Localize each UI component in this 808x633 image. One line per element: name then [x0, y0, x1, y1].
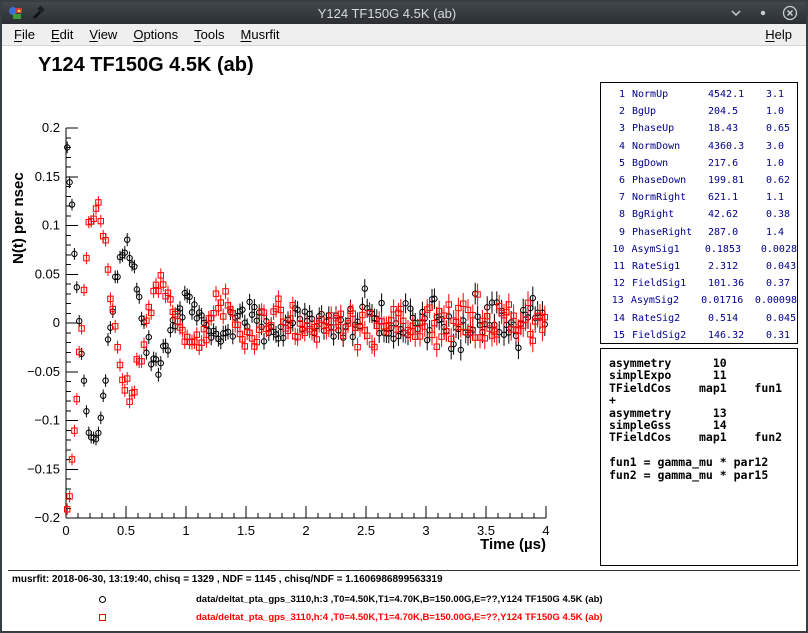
y-tick-label: −0.2 — [34, 510, 60, 525]
y-tick-label: 0.05 — [35, 266, 60, 281]
parameter-row: 1NormUp4542.13.1 — [609, 86, 797, 103]
legend-entry-text: data/deltat_pta_gps_3110,h:4 ,T0=4.50K,T… — [196, 612, 603, 623]
legend-entry: data/deltat_pta_gps_3110,h:4 ,T0=4.50K,T… — [2, 608, 806, 626]
root-canvas: −0.2 −0.15 −0.1 −0.05 0 0.05 0.1 0.15 0.2 0 0.5 1 1.… — [2, 46, 806, 631]
theory-line: fun2 = gamma_mu * par15 — [609, 469, 797, 481]
legend-entry: data/deltat_pta_gps_3110,h:3 ,T0=4.50K,T… — [2, 590, 806, 608]
minimize-button[interactable] — [728, 5, 744, 21]
parameter-row: 15FieldSig2146.320.31 — [609, 327, 797, 344]
parameter-box: 1NormUp4542.13.12BgUp204.51.03PhaseUp18.… — [600, 82, 798, 344]
parameter-row: 9PhaseRight287.01.4 — [609, 224, 797, 241]
theory-line: fun1 = gamma_mu * par12 — [609, 456, 797, 468]
parameter-row: 4NormDown4360.33.0 — [609, 138, 797, 155]
y-tick-label: 0.2 — [42, 120, 60, 135]
keep-above-button[interactable] — [755, 5, 771, 21]
theory-box: asymmetry 10simplExpo 11TFieldCos map1 f… — [600, 348, 798, 566]
menu-item-tools[interactable]: Tools — [186, 25, 232, 44]
musrview-window: Y124 TF150G 4.5K (ab) FileEditViewOption… — [0, 0, 808, 633]
parameter-row: 13AsymSig20.017160.00098 — [609, 292, 797, 309]
plot-title: Y124 TF150G 4.5K (ab) — [38, 54, 254, 77]
parameter-row: 6PhaseDown199.810.62 — [609, 172, 797, 189]
legend: data/deltat_pta_gps_3110,h:3 ,T0=4.50K,T… — [2, 590, 806, 626]
series-down-h4 — [65, 196, 548, 515]
parameter-row: 7NormRight621.11.1 — [609, 189, 797, 206]
x-tick-label: 0.5 — [117, 523, 135, 538]
menu-items: FileEditViewOptionsToolsMusrfit — [2, 25, 288, 44]
menu-item-musrfit[interactable]: Musrfit — [233, 25, 288, 44]
menubar: FileEditViewOptionsToolsMusrfit Help — [2, 24, 806, 46]
tool-icon — [30, 5, 46, 21]
y-tick-label: 0 — [53, 315, 60, 330]
menu-item-help[interactable]: Help — [757, 25, 800, 44]
legend-marker-circle-icon — [99, 596, 106, 603]
theory-line: simplExpo 11 — [609, 369, 797, 381]
x-tick-label: 0 — [62, 523, 69, 538]
legend-marker-square-icon — [99, 614, 106, 621]
y-axis-title: N(t) per nsec — [10, 172, 27, 264]
menu-item-edit[interactable]: Edit — [43, 25, 81, 44]
x-axis-title: Time (µs) — [406, 536, 546, 553]
close-button[interactable] — [782, 5, 798, 21]
y-tick-label: −0.1 — [34, 413, 60, 428]
menu-item-view[interactable]: View — [81, 25, 125, 44]
x-tick-label: 2 — [302, 523, 309, 538]
theory-line: TFieldCos map1 fun1 — [609, 382, 797, 394]
titlebar: Y124 TF150G 4.5K (ab) — [2, 2, 806, 24]
stats-divider — [8, 570, 800, 571]
fit-stats: musrfit: 2018-06-30, 13:19:40, chisq = 1… — [12, 574, 443, 585]
parameter-row: 14RateSig20.5140.045 — [609, 310, 797, 327]
window-title: Y124 TF150G 4.5K (ab) — [46, 6, 728, 21]
menu-item-file[interactable]: File — [6, 25, 43, 44]
parameter-row: 11RateSig12.3120.043 — [609, 258, 797, 275]
parameter-row: 3PhaseUp18.430.65 — [609, 120, 797, 137]
x-tick-label: 1.5 — [237, 523, 255, 538]
y-tick-label: −0.05 — [27, 364, 60, 379]
x-tick-label: 2.5 — [357, 523, 375, 538]
parameter-row: 2BgUp204.51.0 — [609, 103, 797, 120]
y-tick-label: −0.15 — [27, 461, 60, 476]
menu-item-options[interactable]: Options — [125, 25, 186, 44]
y-tick-label: 0.15 — [35, 169, 60, 184]
legend-entry-text: data/deltat_pta_gps_3110,h:3 ,T0=4.50K,T… — [196, 594, 603, 605]
theory-line: TFieldCos map1 fun2 — [609, 431, 797, 443]
y-tick-label: 0.1 — [42, 218, 60, 233]
theory-line: + — [609, 394, 797, 406]
x-tick-label: 1 — [182, 523, 189, 538]
parameter-row: 8BgRight42.620.38 — [609, 206, 797, 223]
parameter-row: 5BgDown217.61.0 — [609, 155, 797, 172]
app-icon[interactable] — [8, 5, 24, 21]
parameter-row: 12FieldSig1101.360.37 — [609, 275, 797, 292]
parameter-row: 10AsymSig10.18530.0028 — [609, 241, 797, 258]
